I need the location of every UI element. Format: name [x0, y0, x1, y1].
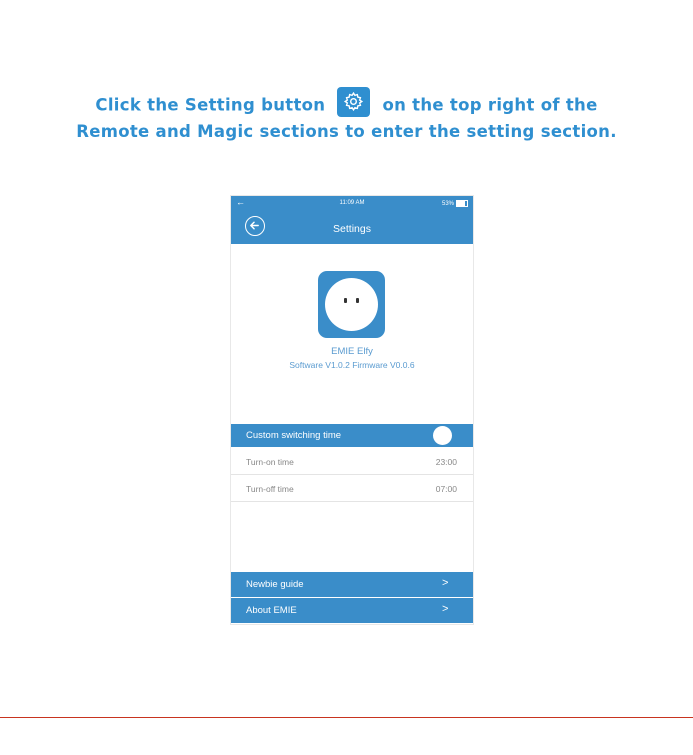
device-avatar-icon	[318, 271, 385, 338]
custom-switching-toggle[interactable]	[433, 426, 452, 445]
chevron-right-icon: >	[442, 577, 449, 589]
battery-percent: 53%	[441, 201, 454, 208]
turn-on-time-row[interactable]: Turn-on time 23:00	[231, 448, 473, 475]
settings-gear-icon	[337, 87, 371, 117]
turn-on-time-value: 23:00	[435, 457, 457, 467]
about-emie-item[interactable]: About EMIE >	[231, 598, 473, 623]
status-time: 11:09 AM	[339, 200, 365, 206]
device-right-eye	[356, 298, 359, 303]
about-emie-label: About EMIE	[246, 605, 297, 616]
custom-switching-label: Custom switching time	[246, 430, 342, 441]
turn-off-time-row[interactable]: Turn-off time 07:00	[231, 475, 473, 502]
phone-screenshot: ← 11:09 AM 53% Settings EMIE Elfy Softwa…	[231, 196, 473, 624]
device-left-eye	[344, 298, 347, 303]
newbie-guide-item[interactable]: Newbie guide >	[231, 572, 473, 597]
turn-off-time-label: Turn-off time	[246, 484, 294, 494]
bottom-divider	[0, 717, 693, 718]
device-face	[325, 278, 378, 331]
instruction-text-end: on the top right of the	[382, 95, 598, 115]
custom-switching-row: Custom switching time	[231, 424, 473, 447]
status-bar: ← 11:09 AM 53%	[231, 197, 473, 210]
newbie-guide-label: Newbie guide	[246, 579, 304, 590]
turn-off-time-value: 07:00	[435, 484, 457, 494]
app-header: ← 11:09 AM 53% Settings	[231, 196, 473, 244]
device-version: Software V1.0.2 Firmware V0.0.6	[289, 360, 415, 370]
battery-indicator: 53%	[442, 200, 468, 207]
instruction-line-1: Click the Setting button on the top righ…	[0, 87, 693, 121]
device-name: EMIE Elfy	[331, 346, 373, 357]
chevron-right-icon: >	[442, 603, 449, 615]
battery-icon	[456, 200, 468, 207]
instruction-line-2: Remote and Magic sections to enter the s…	[76, 122, 617, 141]
turn-on-time-label: Turn-on time	[246, 457, 294, 467]
page-title: Settings	[333, 223, 371, 235]
instruction-text-start: Click the Setting button	[95, 95, 326, 115]
